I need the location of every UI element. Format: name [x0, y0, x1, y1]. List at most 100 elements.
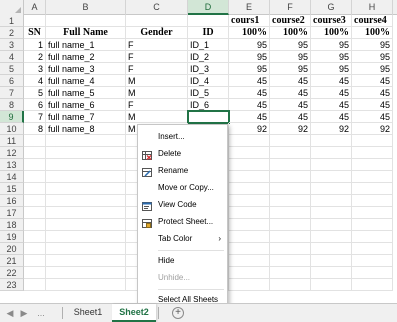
row-header[interactable]: 2 — [0, 27, 24, 39]
weight-cell[interactable]: 100% — [229, 27, 270, 39]
cell[interactable] — [311, 243, 352, 255]
cell[interactable] — [24, 219, 46, 231]
score-cell[interactable]: 45 — [352, 75, 393, 87]
row-header[interactable]: 23 — [0, 279, 24, 291]
cell[interactable] — [352, 279, 393, 291]
score-cell[interactable]: 95 — [270, 63, 311, 75]
gender-cell[interactable]: F — [126, 39, 188, 51]
score-cell[interactable]: 92 — [352, 123, 393, 135]
name-cell[interactable]: full name_2 — [46, 51, 126, 63]
score-cell[interactable]: 45 — [311, 75, 352, 87]
score-cell[interactable]: 95 — [229, 51, 270, 63]
cell[interactable] — [352, 243, 393, 255]
column-header-d[interactable]: D — [188, 0, 229, 15]
cell[interactable] — [270, 183, 311, 195]
row-header[interactable]: 9 — [0, 111, 24, 123]
cell[interactable] — [24, 195, 46, 207]
previous-sheet-icon[interactable]: ◀ — [4, 307, 16, 319]
sn-header-cell[interactable]: SN — [24, 27, 46, 39]
cell[interactable] — [311, 279, 352, 291]
menu-item-insert[interactable]: Insert... — [138, 128, 227, 145]
cell[interactable] — [352, 267, 393, 279]
id-header-cell[interactable]: ID — [188, 27, 229, 39]
menu-item-hide[interactable]: Hide — [138, 252, 227, 269]
cell[interactable] — [46, 279, 126, 291]
cell[interactable] — [270, 219, 311, 231]
cell[interactable] — [229, 267, 270, 279]
cell[interactable] — [46, 207, 126, 219]
cell[interactable] — [270, 207, 311, 219]
menu-item-move-copy[interactable]: Move or Copy... — [138, 179, 227, 196]
row-header[interactable]: 14 — [0, 171, 24, 183]
cell[interactable] — [46, 267, 126, 279]
cell[interactable] — [352, 159, 393, 171]
course-header-cell[interactable]: course2 — [270, 15, 311, 27]
cell[interactable] — [352, 207, 393, 219]
menu-item-rename[interactable]: Rename — [138, 162, 227, 179]
gender-cell[interactable]: M — [126, 111, 188, 123]
score-cell[interactable]: 45 — [270, 75, 311, 87]
cell[interactable] — [311, 231, 352, 243]
name-cell[interactable]: full name_1 — [46, 39, 126, 51]
column-header-b[interactable]: B — [46, 0, 126, 15]
column-header-f[interactable]: F — [270, 0, 311, 15]
score-cell[interactable]: 45 — [270, 111, 311, 123]
course-header-cell[interactable]: course4 — [352, 15, 393, 27]
score-cell[interactable]: 95 — [311, 51, 352, 63]
cell[interactable] — [352, 195, 393, 207]
score-cell[interactable]: 95 — [352, 51, 393, 63]
cell[interactable] — [311, 159, 352, 171]
cell[interactable] — [24, 231, 46, 243]
score-cell[interactable]: 92 — [229, 123, 270, 135]
row-header[interactable]: 6 — [0, 75, 24, 87]
cell[interactable] — [311, 183, 352, 195]
cell[interactable] — [311, 267, 352, 279]
column-header-a[interactable]: A — [24, 0, 46, 15]
weight-cell[interactable]: 100% — [270, 27, 311, 39]
gender-cell[interactable]: M — [126, 87, 188, 99]
menu-item-delete[interactable]: Delete — [138, 145, 227, 162]
sn-cell[interactable]: 1 — [24, 39, 46, 51]
cell[interactable] — [126, 15, 188, 27]
row-header[interactable]: 8 — [0, 99, 24, 111]
cell[interactable] — [46, 159, 126, 171]
cell[interactable] — [270, 147, 311, 159]
row-header[interactable]: 3 — [0, 39, 24, 51]
cell[interactable] — [352, 219, 393, 231]
cell[interactable] — [188, 15, 229, 27]
sn-cell[interactable]: 4 — [24, 75, 46, 87]
cell[interactable] — [24, 171, 46, 183]
score-cell[interactable]: 95 — [352, 63, 393, 75]
cell[interactable] — [46, 147, 126, 159]
row-header[interactable]: 1 — [0, 15, 24, 27]
score-cell[interactable]: 45 — [352, 99, 393, 111]
cell[interactable] — [311, 207, 352, 219]
row-header[interactable]: 11 — [0, 135, 24, 147]
score-cell[interactable]: 95 — [311, 63, 352, 75]
cell[interactable] — [311, 195, 352, 207]
column-header-g[interactable]: G — [311, 0, 352, 15]
more-sheets-icon[interactable]: ... — [34, 307, 48, 319]
column-header-e[interactable]: E — [229, 0, 270, 15]
row-header[interactable]: 21 — [0, 255, 24, 267]
row-header[interactable]: 18 — [0, 219, 24, 231]
score-cell[interactable]: 45 — [229, 111, 270, 123]
cell[interactable] — [311, 171, 352, 183]
id-cell[interactable]: ID_1 — [188, 39, 229, 51]
score-cell[interactable]: 45 — [229, 99, 270, 111]
score-cell[interactable]: 95 — [270, 51, 311, 63]
cell[interactable] — [229, 147, 270, 159]
cell[interactable] — [270, 255, 311, 267]
score-cell[interactable]: 95 — [229, 39, 270, 51]
cell[interactable] — [46, 183, 126, 195]
score-cell[interactable]: 95 — [311, 39, 352, 51]
menu-item-protect-sheet[interactable]: Protect Sheet... — [138, 213, 227, 230]
id-cell[interactable]: ID_3 — [188, 63, 229, 75]
row-header[interactable]: 16 — [0, 195, 24, 207]
gender-header-cell[interactable]: Gender — [126, 27, 188, 39]
weight-cell[interactable]: 100% — [311, 27, 352, 39]
cell[interactable] — [46, 243, 126, 255]
score-cell[interactable]: 95 — [270, 39, 311, 51]
tab-sheet1[interactable]: Sheet1 — [66, 304, 110, 322]
cell[interactable] — [229, 183, 270, 195]
